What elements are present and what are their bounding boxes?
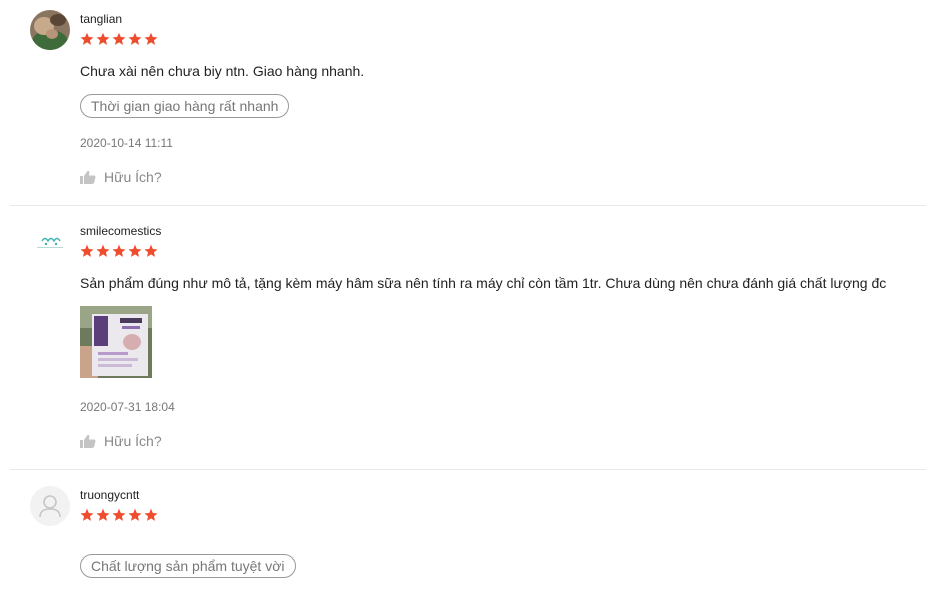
star-rating xyxy=(80,32,158,46)
thumbs-up-icon xyxy=(80,170,96,184)
user-silhouette-icon xyxy=(39,495,61,518)
product-photo xyxy=(80,306,152,378)
star-icon xyxy=(80,244,94,257)
user-avatar[interactable] xyxy=(30,486,70,526)
review-username[interactable]: smilecomestics xyxy=(80,224,161,238)
star-icon xyxy=(96,32,110,45)
review-tag[interactable]: Thời gian giao hàng rất nhanh xyxy=(80,94,290,118)
star-icon xyxy=(128,32,142,45)
review-comment: Sản phẩm đúng như mô tả, tặng kèm máy hâ… xyxy=(80,275,887,291)
user-avatar[interactable] xyxy=(30,10,70,50)
review-date: 2020-07-31 18:04 xyxy=(80,400,175,414)
review-tag[interactable]: Chất lượng sản phẩm tuyệt vời xyxy=(80,554,296,578)
review-username[interactable]: truongycntt xyxy=(80,488,139,502)
star-icon xyxy=(128,244,142,257)
star-icon xyxy=(96,244,110,257)
helpful-button[interactable]: Hữu Ích? xyxy=(80,433,162,449)
star-rating xyxy=(80,244,158,258)
star-icon xyxy=(144,244,158,257)
helpful-label: Hữu Ích? xyxy=(104,169,162,185)
review-photo[interactable] xyxy=(80,306,152,378)
review-divider xyxy=(10,469,926,470)
helpful-label: Hữu Ích? xyxy=(104,433,162,449)
star-icon xyxy=(144,508,158,521)
review-username[interactable]: tanglian xyxy=(80,12,122,26)
review-date: 2020-10-14 11:11 xyxy=(80,136,173,150)
star-icon xyxy=(144,32,158,45)
user-avatar[interactable] xyxy=(30,222,70,262)
helpful-button[interactable]: Hữu Ích? xyxy=(80,169,162,185)
shop-logo-icon xyxy=(37,237,63,248)
thumbs-up-icon xyxy=(80,434,96,448)
review-divider xyxy=(10,205,926,206)
avatar-photo xyxy=(30,10,70,50)
review-comment: Chưa xài nên chưa biy ntn. Giao hàng nha… xyxy=(80,63,365,79)
star-icon xyxy=(128,508,142,521)
star-icon xyxy=(80,32,94,45)
star-rating xyxy=(80,508,158,522)
star-icon xyxy=(80,508,94,521)
star-icon xyxy=(96,508,110,521)
star-icon xyxy=(112,244,126,257)
star-icon xyxy=(112,508,126,521)
star-icon xyxy=(112,32,126,45)
